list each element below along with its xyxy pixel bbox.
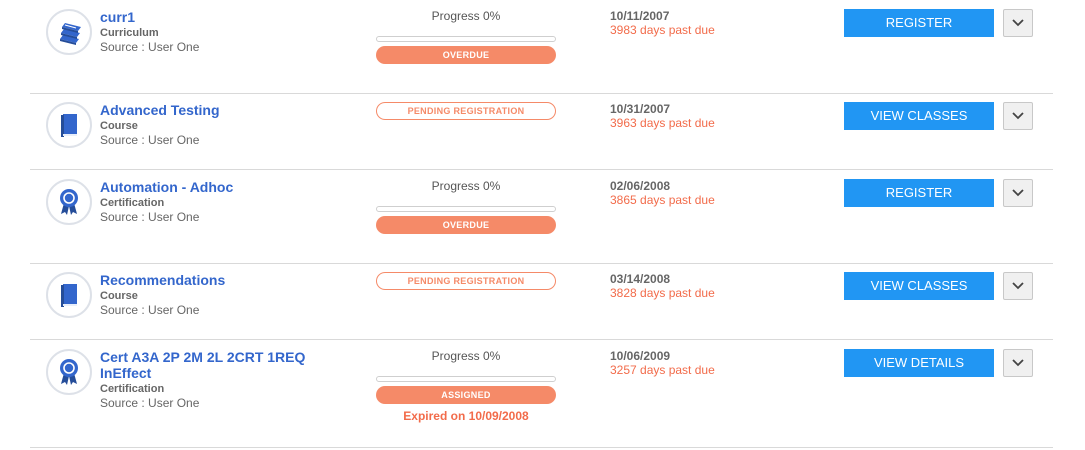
list-item: curr1 Curriculum Source : User One Progr…: [30, 0, 1053, 94]
chevron-down-icon: [1012, 112, 1024, 120]
progress-bar: [376, 376, 556, 382]
register-button[interactable]: REGISTER: [844, 9, 994, 37]
more-options-button[interactable]: [1003, 9, 1033, 37]
expired-text: Expired on 10/09/2008: [403, 409, 529, 423]
item-title-line1: Cert A3A 2P 2M 2L 2CRT 1REQ: [100, 349, 306, 365]
course-book-icon: [46, 272, 92, 318]
due-date: 10/11/2007: [610, 9, 670, 23]
past-due-text: 3257 days past due: [610, 363, 715, 377]
list-item: Cert A3A 2P 2M 2L 2CRT 1REQ InEffect Cer…: [30, 340, 1053, 448]
more-options-button[interactable]: [1003, 179, 1033, 207]
more-options-button[interactable]: [1003, 349, 1033, 377]
due-date: 10/06/2009: [610, 349, 671, 363]
chevron-down-icon: [1012, 189, 1024, 197]
view-classes-button[interactable]: VIEW CLASSES: [844, 272, 994, 300]
item-title[interactable]: Automation - Adhoc: [100, 179, 320, 195]
view-details-button[interactable]: VIEW DETAILS: [844, 349, 994, 377]
progress-label: Progress 0%: [431, 179, 501, 193]
item-type: Course: [100, 290, 138, 302]
chevron-down-icon: [1012, 282, 1024, 290]
past-due-text: 3963 days past due: [610, 116, 715, 130]
item-source: Source : User One: [100, 40, 200, 54]
item-type: Certification: [100, 197, 165, 209]
item-source: Source : User One: [100, 210, 200, 224]
register-button[interactable]: REGISTER: [844, 179, 994, 207]
past-due-text: 3828 days past due: [610, 286, 715, 300]
list-item: Recommendations Course Source : User One…: [30, 264, 1053, 340]
item-type: Certification: [100, 383, 165, 395]
certification-ribbon-icon: [46, 179, 92, 225]
more-options-button[interactable]: [1003, 272, 1033, 300]
chevron-down-icon: [1012, 19, 1024, 27]
more-options-button[interactable]: [1003, 102, 1033, 130]
item-source: Source : User One: [100, 303, 200, 317]
status-badge: ASSIGNED: [376, 386, 556, 404]
due-date: 10/31/2007: [610, 102, 671, 116]
due-date: 02/06/2008: [610, 179, 671, 193]
progress-bar: [376, 36, 556, 42]
item-type: Curriculum: [100, 27, 159, 39]
course-book-icon: [46, 102, 92, 148]
item-title[interactable]: Cert A3A 2P 2M 2L 2CRT 1REQ InEffect: [100, 349, 320, 381]
list-item: Automation - Adhoc Certification Source …: [30, 170, 1053, 264]
status-badge: OVERDUE: [376, 216, 556, 234]
item-source: Source : User One: [100, 396, 200, 410]
status-badge: OVERDUE: [376, 46, 556, 64]
view-classes-button[interactable]: VIEW CLASSES: [844, 102, 994, 130]
progress-label: Progress 0%: [431, 349, 501, 363]
due-date: 03/14/2008: [610, 272, 671, 286]
progress-bar: [376, 206, 556, 212]
item-title[interactable]: Recommendations: [100, 272, 320, 288]
item-title-line2: InEffect: [100, 365, 152, 381]
item-title[interactable]: curr1: [100, 9, 320, 25]
item-source: Source : User One: [100, 133, 200, 147]
chevron-down-icon: [1012, 359, 1024, 367]
status-badge: PENDING REGISTRATION: [376, 272, 556, 290]
curriculum-books-icon: [46, 9, 92, 55]
past-due-text: 3983 days past due: [610, 23, 715, 37]
certification-ribbon-icon: [46, 349, 92, 395]
status-badge: PENDING REGISTRATION: [376, 102, 556, 120]
progress-label: Progress 0%: [431, 9, 501, 23]
item-title[interactable]: Advanced Testing: [100, 102, 320, 118]
item-type: Course: [100, 120, 138, 132]
list-item: Advanced Testing Course Source : User On…: [30, 94, 1053, 170]
past-due-text: 3865 days past due: [610, 193, 715, 207]
